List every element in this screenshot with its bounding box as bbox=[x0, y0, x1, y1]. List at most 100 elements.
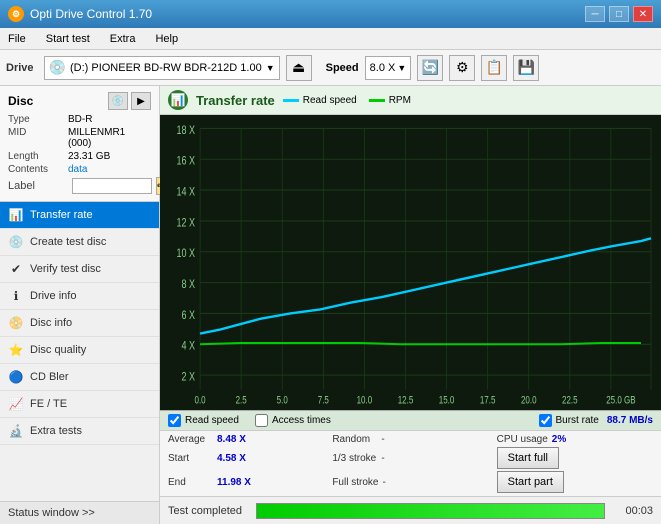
nav-item-create-test-disc[interactable]: 💿 Create test disc bbox=[0, 229, 159, 256]
settings-button[interactable]: ⚙ bbox=[449, 55, 475, 81]
burst-rate-value: 88.7 MB/s bbox=[607, 415, 653, 426]
menu-extra[interactable]: Extra bbox=[106, 32, 140, 46]
stat-random-val: - bbox=[381, 434, 384, 445]
svg-text:12.5: 12.5 bbox=[398, 394, 414, 406]
burst-rate-checkbox-item[interactable]: Burst rate 88.7 MB/s bbox=[539, 414, 654, 427]
speed-selector[interactable]: 8.0 X ▼ bbox=[365, 56, 412, 80]
access-times-checkbox-label: Access times bbox=[272, 415, 331, 426]
disc-icon-2[interactable]: ▶ bbox=[131, 92, 151, 110]
main-content: Disc 💿 ▶ Type BD-R MID MILLENMR1 (000) L… bbox=[0, 86, 661, 524]
start-full-button[interactable]: Start full bbox=[497, 447, 559, 469]
nav-item-label: Extra tests bbox=[30, 425, 82, 437]
rpm-label: RPM bbox=[389, 95, 411, 106]
label-input[interactable] bbox=[72, 178, 152, 194]
disc-info-icon: 📀 bbox=[8, 315, 24, 331]
svg-text:5.0: 5.0 bbox=[277, 394, 288, 406]
save-button[interactable]: 💾 bbox=[513, 55, 539, 81]
stat-start-key: Start bbox=[168, 453, 213, 464]
svg-text:14 X: 14 X bbox=[177, 185, 196, 199]
toolbar: Drive 💿 (D:) PIONEER BD-RW BDR-212D 1.00… bbox=[0, 50, 661, 86]
close-button[interactable]: ✕ bbox=[633, 6, 653, 22]
stat-start-val: 4.58 X bbox=[217, 453, 246, 464]
status-text: Test completed bbox=[168, 505, 248, 517]
title-bar: ⚙ Opti Drive Control 1.70 ─ □ ✕ bbox=[0, 0, 661, 28]
chart-svg: 18 X 16 X 14 X 12 X 10 X 8 X 6 X 4 X 2 X… bbox=[160, 115, 661, 410]
stat-1-3-stroke-row: 1/3 stroke - bbox=[332, 447, 488, 469]
nav-item-fe-te[interactable]: 📈 FE / TE bbox=[0, 391, 159, 418]
stat-end-row: End 11.98 X bbox=[168, 471, 324, 493]
eject-button[interactable]: ⏏ bbox=[286, 55, 312, 81]
rpm-color bbox=[369, 99, 385, 102]
stat-random-key: Random bbox=[332, 434, 377, 445]
bottom-bar: Test completed 00:03 bbox=[160, 496, 661, 524]
chart-footer: Read speed Access times Burst rate 88.7 … bbox=[160, 410, 661, 430]
drive-label: Drive bbox=[6, 62, 34, 74]
read-speed-checkbox-item[interactable]: Read speed bbox=[168, 414, 239, 427]
drive-value: (D:) PIONEER BD-RW BDR-212D 1.00 bbox=[70, 62, 262, 74]
sidebar: Disc 💿 ▶ Type BD-R MID MILLENMR1 (000) L… bbox=[0, 86, 160, 524]
stat-1-3-stroke-key: 1/3 stroke bbox=[332, 453, 377, 464]
disc-contents-row: Contents data bbox=[8, 164, 151, 175]
nav-item-cd-bler[interactable]: 🔵 CD Bler bbox=[0, 364, 159, 391]
nav-item-label: CD Bler bbox=[30, 371, 69, 383]
minimize-button[interactable]: ─ bbox=[585, 6, 605, 22]
svg-text:0.0: 0.0 bbox=[195, 394, 206, 406]
nav-item-label: Disc quality bbox=[30, 344, 86, 356]
chart-legend: Read speed RPM bbox=[283, 95, 411, 106]
nav-item-label: FE / TE bbox=[30, 398, 67, 410]
menu-help[interactable]: Help bbox=[151, 32, 182, 46]
nav-item-label: Verify test disc bbox=[30, 263, 101, 275]
nav-item-extra-tests[interactable]: 🔬 Extra tests bbox=[0, 418, 159, 445]
verify-test-disc-icon: ✔ bbox=[8, 261, 24, 277]
legend-rpm: RPM bbox=[369, 95, 411, 106]
maximize-button[interactable]: □ bbox=[609, 6, 629, 22]
stat-full-stroke-row: Full stroke - bbox=[332, 471, 488, 493]
stat-cpu-val: 2% bbox=[552, 434, 566, 445]
svg-text:16 X: 16 X bbox=[177, 154, 196, 168]
stat-start-part-row: Start part bbox=[497, 471, 653, 493]
nav-item-disc-info[interactable]: 📀 Disc info bbox=[0, 310, 159, 337]
stat-full-stroke-key: Full stroke bbox=[332, 477, 378, 488]
svg-text:17.5: 17.5 bbox=[480, 394, 496, 406]
nav-item-drive-info[interactable]: ℹ Drive info bbox=[0, 283, 159, 310]
nav-item-verify-test-disc[interactable]: ✔ Verify test disc bbox=[0, 256, 159, 283]
read-speed-checkbox[interactable] bbox=[168, 414, 181, 427]
stat-start-row: Start 4.58 X bbox=[168, 447, 324, 469]
legend-read-speed: Read speed bbox=[283, 95, 357, 106]
burst-rate-checkbox[interactable] bbox=[539, 414, 552, 427]
disc-mid-row: MID MILLENMR1 (000) bbox=[8, 127, 151, 149]
access-times-checkbox[interactable] bbox=[255, 414, 268, 427]
nav-item-disc-quality[interactable]: ⭐ Disc quality bbox=[0, 337, 159, 364]
access-times-checkbox-item[interactable]: Access times bbox=[255, 414, 331, 427]
transfer-rate-icon: 📊 bbox=[8, 207, 24, 223]
read-speed-label: Read speed bbox=[303, 95, 357, 106]
drive-info-icon: ℹ bbox=[8, 288, 24, 304]
burst-rate-checkbox-label: Burst rate bbox=[556, 415, 599, 426]
progress-bar bbox=[257, 504, 604, 518]
stat-average-key: Average bbox=[168, 434, 213, 445]
stat-1-3-stroke-val: - bbox=[381, 453, 384, 464]
svg-text:8 X: 8 X bbox=[182, 278, 196, 292]
nav-item-label: Create test disc bbox=[30, 236, 106, 248]
start-part-button[interactable]: Start part bbox=[497, 471, 564, 493]
nav-item-label: Drive info bbox=[30, 290, 76, 302]
disc-contents-val: data bbox=[68, 164, 87, 175]
read-speed-color bbox=[283, 99, 299, 102]
refresh-button[interactable]: 🔄 bbox=[417, 55, 443, 81]
nav-item-label: Disc info bbox=[30, 317, 72, 329]
disc-icon-1[interactable]: 💿 bbox=[108, 92, 128, 110]
stats-panel: Average 8.48 X Random - CPU usage 2% Sta… bbox=[160, 430, 661, 496]
create-test-disc-icon: 💿 bbox=[8, 234, 24, 250]
svg-text:6 X: 6 X bbox=[182, 309, 196, 323]
status-window-button[interactable]: Status window >> bbox=[0, 501, 159, 524]
chart-area: 18 X 16 X 14 X 12 X 10 X 8 X 6 X 4 X 2 X… bbox=[160, 115, 661, 410]
nav-item-transfer-rate[interactable]: 📊 Transfer rate bbox=[0, 202, 159, 229]
menu-start-test[interactable]: Start test bbox=[42, 32, 94, 46]
stat-end-val: 11.98 X bbox=[217, 477, 251, 488]
copy-button[interactable]: 📋 bbox=[481, 55, 507, 81]
stat-start-full-row: Start full bbox=[497, 447, 653, 469]
disc-type-key: Type bbox=[8, 114, 68, 125]
svg-text:10.0: 10.0 bbox=[357, 394, 373, 406]
menu-file[interactable]: File bbox=[4, 32, 30, 46]
drive-selector[interactable]: 💿 (D:) PIONEER BD-RW BDR-212D 1.00 ▼ bbox=[44, 56, 280, 80]
